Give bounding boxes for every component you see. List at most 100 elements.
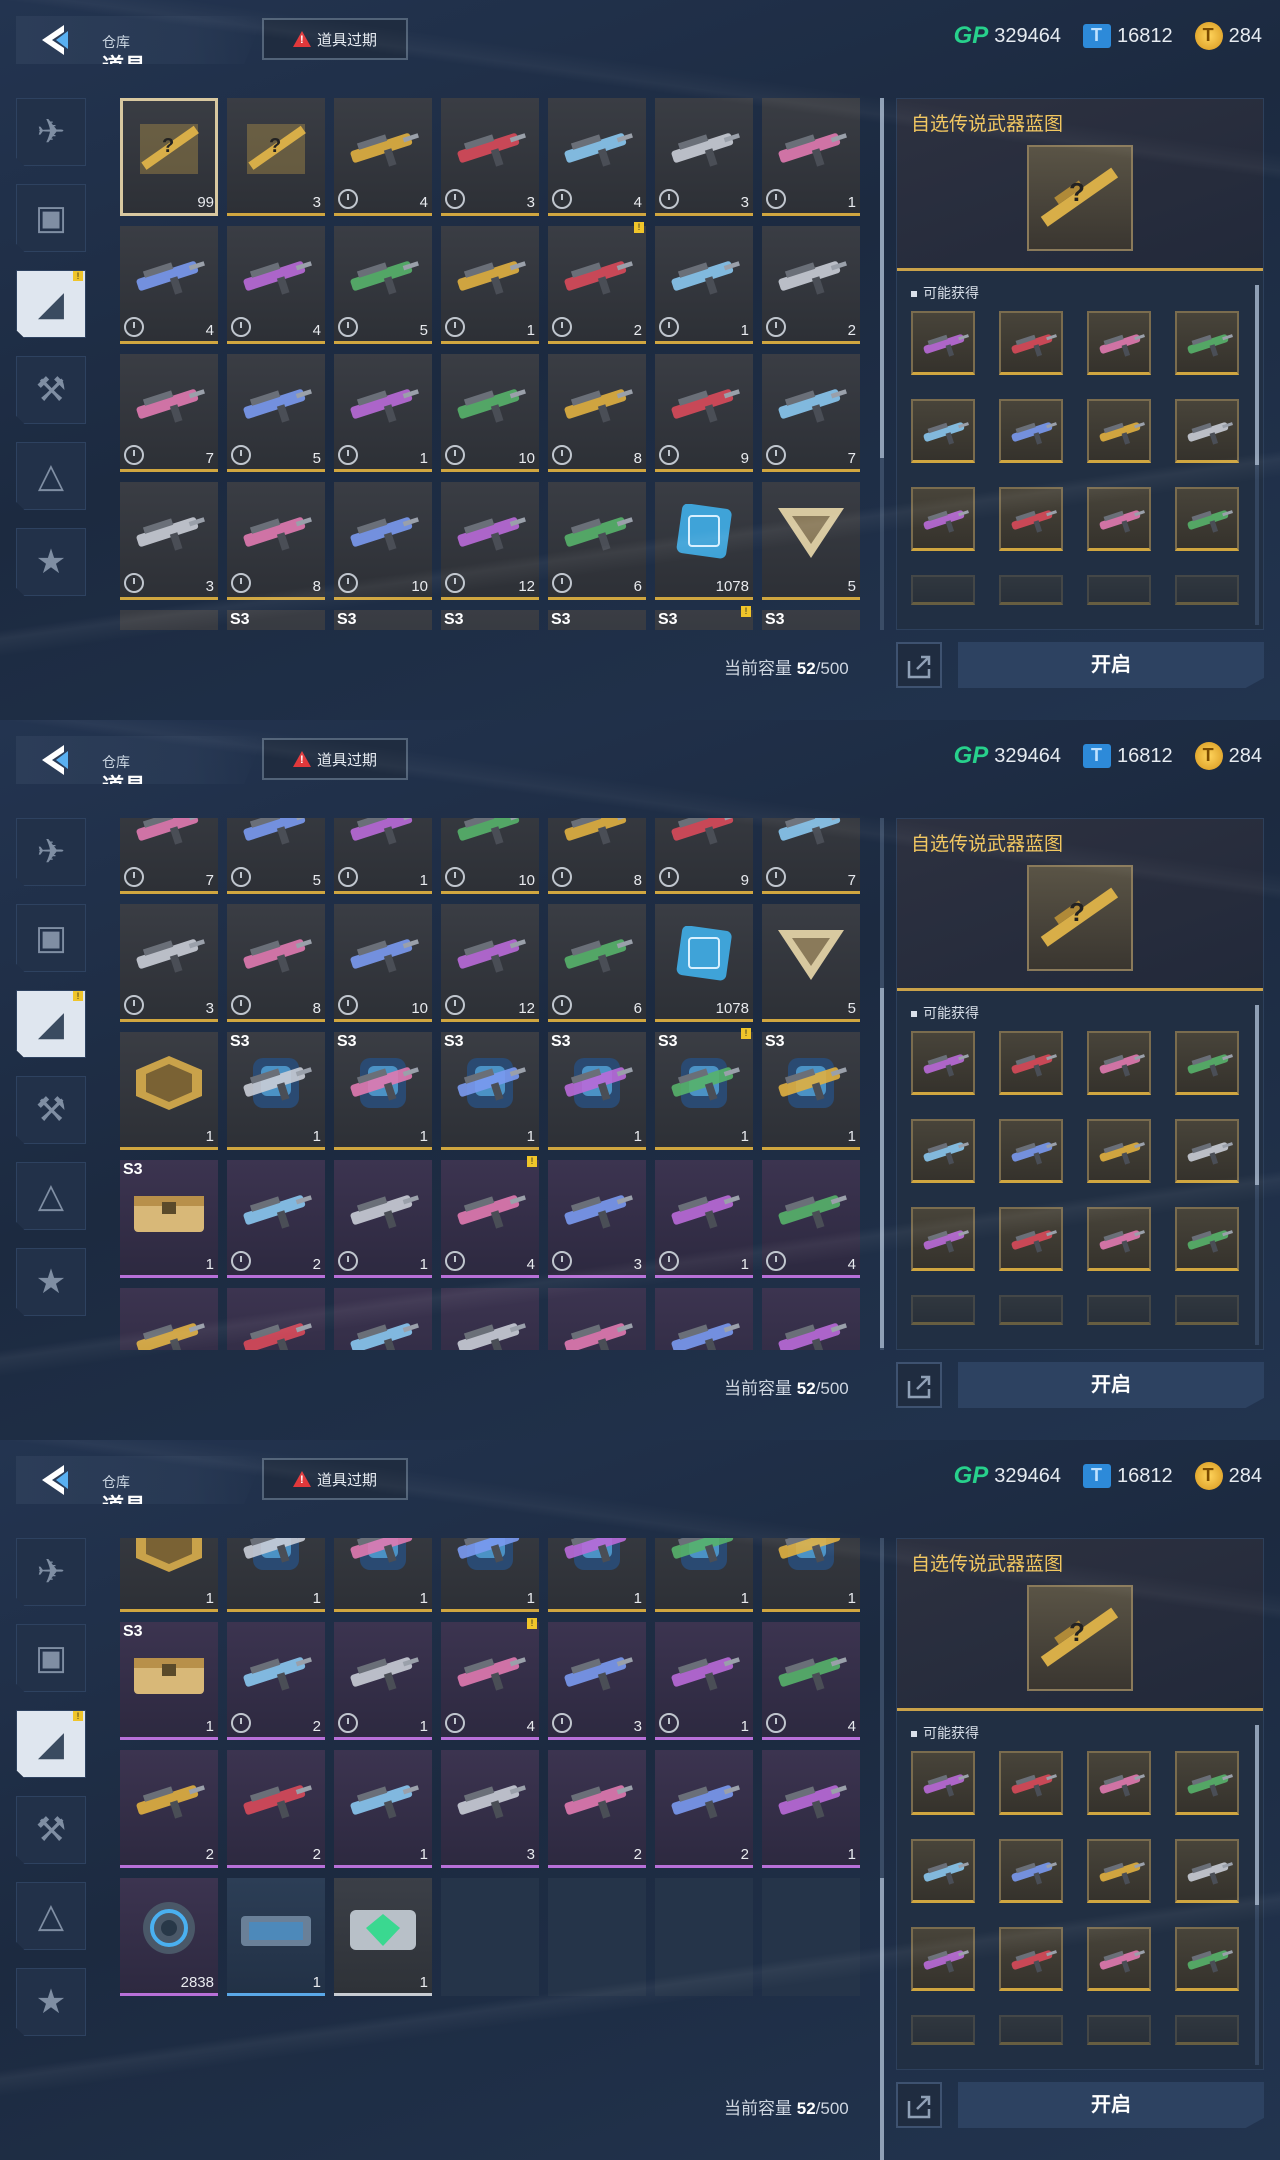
inventory-item[interactable]: 1 — [655, 226, 753, 344]
inventory-item[interactable]: S31 — [334, 1538, 432, 1612]
reward-weapon[interactable] — [1087, 1927, 1151, 1991]
sidebar-tab-star-badge[interactable]: ★ — [16, 1968, 86, 2036]
inventory-item[interactable]: 10 — [441, 818, 539, 894]
inventory-item[interactable]: S3!1 — [655, 606, 753, 630]
reward-weapon[interactable] — [1175, 575, 1239, 605]
sidebar-tab-gun[interactable]: ⚒ — [16, 1076, 86, 1144]
inventory-item[interactable]: 3 — [120, 482, 218, 600]
inventory-item[interactable]: S31 — [441, 1032, 539, 1150]
sidebar-tab-tag[interactable]: ◢! — [16, 1710, 86, 1778]
inventory-item[interactable]: 12 — [441, 482, 539, 600]
reward-weapon[interactable] — [1087, 1751, 1151, 1815]
inventory-item[interactable]: 1 — [441, 226, 539, 344]
inventory-item[interactable]: 4 — [762, 1160, 860, 1278]
detail-scrollbar[interactable] — [1255, 1725, 1259, 2065]
reward-weapon[interactable] — [999, 311, 1063, 375]
reward-weapon[interactable] — [1087, 1295, 1151, 1325]
inventory-item[interactable]: 7 — [762, 818, 860, 894]
inventory-item[interactable]: S3!1 — [655, 1538, 753, 1612]
expired-items-button[interactable]: ! 道具过期 — [262, 738, 408, 780]
inventory-item[interactable]: S31 — [762, 1032, 860, 1150]
reward-weapon[interactable] — [1087, 575, 1151, 605]
sidebar-tab-card[interactable]: ▣ — [16, 184, 86, 252]
inventory-item[interactable]: 5 — [762, 482, 860, 600]
inventory-item[interactable]: 4 — [548, 98, 646, 216]
reward-weapon[interactable] — [1087, 2015, 1151, 2045]
inventory-item[interactable]: S31 — [548, 1032, 646, 1150]
inventory-item[interactable]: S31 — [762, 1538, 860, 1612]
reward-weapon[interactable] — [1175, 487, 1239, 551]
reward-weapon[interactable] — [999, 1751, 1063, 1815]
detail-scrollbar[interactable] — [1255, 285, 1259, 625]
open-button[interactable]: 开启 — [958, 642, 1264, 688]
inventory-item[interactable]: 9 — [655, 354, 753, 472]
inventory-item[interactable]: S31 — [120, 1622, 218, 1740]
inventory-item[interactable]: 3 — [655, 98, 753, 216]
sidebar-tab-card[interactable]: ▣ — [16, 904, 86, 972]
inventory-item[interactable]: 1 — [334, 354, 432, 472]
reward-weapon[interactable] — [1175, 1295, 1239, 1325]
reward-weapon[interactable] — [911, 1295, 975, 1325]
reward-weapon[interactable] — [1087, 1207, 1151, 1271]
reward-weapon[interactable] — [1175, 1031, 1239, 1095]
reward-weapon[interactable] — [911, 1119, 975, 1183]
inventory-item[interactable]: 2 — [548, 1288, 646, 1350]
expired-items-button[interactable]: ! 道具过期 — [262, 1458, 408, 1500]
inventory-item[interactable]: 1 — [334, 1750, 432, 1868]
inventory-item[interactable]: 1078 — [655, 904, 753, 1022]
inventory-item[interactable]: S31 — [227, 610, 325, 630]
sidebar-tab-star-badge[interactable]: ★ — [16, 528, 86, 596]
sidebar-tab-card[interactable]: ▣ — [16, 1624, 86, 1692]
inventory-item[interactable]: 1 — [120, 610, 218, 630]
inventory-item[interactable]: 2 — [548, 1750, 646, 1868]
inventory-item[interactable]: 1078 — [655, 482, 753, 600]
sidebar-tab-gun[interactable]: ⚒ — [16, 356, 86, 424]
reward-weapon[interactable] — [999, 1839, 1063, 1903]
reward-weapon[interactable] — [1175, 311, 1239, 375]
share-button[interactable] — [896, 642, 942, 688]
inventory-item[interactable]: S31 — [441, 1538, 539, 1612]
scroll-thumb[interactable] — [880, 988, 884, 1348]
reward-weapon[interactable] — [1087, 1839, 1151, 1903]
inventory-item[interactable]: S31 — [441, 610, 539, 630]
inventory-item[interactable]: ! 4 — [441, 1618, 539, 1740]
inventory-item[interactable]: 2 — [120, 1288, 218, 1350]
scroll-thumb[interactable] — [1255, 1005, 1259, 1185]
inventory-item[interactable]: 8 — [227, 482, 325, 600]
inventory-item[interactable]: 1 — [655, 1622, 753, 1740]
back-button[interactable]: 仓库 道具 — [16, 736, 264, 784]
inventory-item[interactable]: 2 — [227, 1622, 325, 1740]
inventory-item[interactable]: 10 — [334, 482, 432, 600]
sidebar-tab-star-badge[interactable]: ★ — [16, 1248, 86, 1316]
inventory-item[interactable]: 2 — [762, 226, 860, 344]
share-button[interactable] — [896, 1362, 942, 1408]
sidebar-tab-blueprint[interactable]: △ — [16, 1162, 86, 1230]
inventory-item[interactable]: 1 — [762, 1288, 860, 1350]
inventory-item[interactable]: 2 — [227, 1160, 325, 1278]
inventory-item[interactable]: 4 — [227, 226, 325, 344]
grid-scrollbar[interactable] — [880, 1538, 884, 2160]
inventory-item[interactable]: 5 — [227, 818, 325, 894]
reward-weapon[interactable] — [999, 1295, 1063, 1325]
reward-weapon[interactable] — [911, 311, 975, 375]
reward-weapon[interactable] — [1087, 311, 1151, 375]
inventory-item[interactable]: 7 — [762, 354, 860, 472]
sidebar-tab-blueprint[interactable]: △ — [16, 442, 86, 510]
reward-weapon[interactable] — [911, 1839, 975, 1903]
inventory-item[interactable]: S31 — [548, 610, 646, 630]
inventory-item[interactable]: 1 — [762, 98, 860, 216]
reward-weapon[interactable] — [999, 1031, 1063, 1095]
inventory-item[interactable]: 1 — [334, 1288, 432, 1350]
scroll-thumb[interactable] — [1255, 1725, 1259, 1905]
inventory-item[interactable]: S31 — [548, 1538, 646, 1612]
sidebar-tab-tag[interactable]: ◢! — [16, 990, 86, 1058]
inventory-item[interactable]: 7 — [120, 818, 218, 894]
share-button[interactable] — [896, 2082, 942, 2128]
inventory-item[interactable]: S31 — [227, 1538, 325, 1612]
sidebar-tab-pistol[interactable]: ✈ — [16, 1538, 86, 1606]
inventory-item[interactable]: 3 — [441, 1750, 539, 1868]
inventory-item[interactable]: 1 — [762, 1750, 860, 1868]
inventory-item[interactable]: 2 — [655, 1288, 753, 1350]
grid-scrollbar[interactable] — [880, 98, 884, 630]
inventory-item[interactable]: 5 — [227, 354, 325, 472]
